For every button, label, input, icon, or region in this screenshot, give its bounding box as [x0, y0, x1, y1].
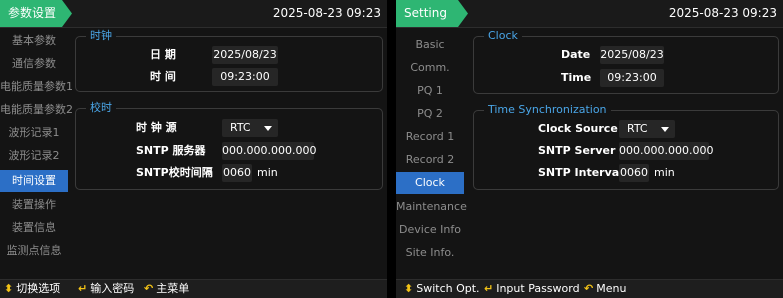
sidebar-item-record1[interactable]: Record 1: [396, 126, 464, 148]
date-field[interactable]: 2025/08/23: [212, 46, 278, 64]
time-field[interactable]: 09:23:00: [212, 68, 278, 86]
up-down-arrows-icon: ⬍: [4, 282, 14, 295]
sntp-interval-field[interactable]: 0060: [619, 164, 649, 182]
sync-group: Time Synchronization Clock Source RTC SN…: [473, 103, 779, 190]
input-password-hint: ↵ Input Password: [484, 282, 580, 295]
sidebar-item-site-info[interactable]: 监测点信息: [0, 240, 68, 262]
sidebar-item-device-info[interactable]: 装置信息: [0, 217, 68, 239]
menu-tab[interactable]: Setting: [396, 0, 468, 27]
sidebar-item-pq1[interactable]: 电能质量参数1: [0, 76, 73, 98]
clock-source-value: RTC: [230, 121, 251, 134]
title-bar: Setting 2025-08-23 09:23: [396, 0, 783, 28]
sntp-interval-field[interactable]: 0060: [222, 164, 252, 182]
date-field[interactable]: 2025/08/23: [600, 46, 664, 64]
sidebar-item-maintenance[interactable]: 装置操作: [0, 194, 68, 216]
clock-group-title: Clock: [484, 29, 522, 43]
sntp-server-field[interactable]: 000.000.000.000: [619, 142, 713, 160]
main-menu-hint: ↶ 主菜单: [144, 282, 190, 295]
clock-source-label: 时 钟 源: [136, 121, 177, 134]
chevron-down-icon: [661, 127, 669, 132]
sntp-server-field[interactable]: 000.000.000.000: [222, 142, 316, 160]
clock-source-label: Clock Source: [538, 122, 618, 135]
sidebar-item-site-info[interactable]: Site Info.: [396, 242, 464, 264]
sidebar-item-clock[interactable]: Clock: [396, 172, 464, 194]
sntp-interval-unit: min: [257, 166, 278, 179]
date-label: 日 期: [150, 48, 176, 61]
datetime-display: 2025-08-23 09:23: [668, 6, 777, 20]
sidebar-item-clock[interactable]: 时间设置: [0, 170, 68, 192]
menu-tab[interactable]: 参数设置: [0, 0, 72, 27]
sntp-interval-label: SNTP Interval: [538, 166, 623, 179]
footer-hints: ⬍ 切换选项 ↵ 输入密码 ↶ 主菜单: [0, 279, 387, 298]
time-label: Time: [561, 71, 592, 84]
enter-return-icon: ↵: [484, 282, 494, 295]
sidebar-item-record2[interactable]: Record 2: [396, 149, 464, 171]
date-label: Date: [561, 48, 591, 61]
time-label: 时 间: [150, 70, 176, 83]
clock-group: 时钟 日 期 2025/08/23 时 间 09:23:00: [75, 29, 383, 92]
clock-source-select[interactable]: RTC: [619, 120, 675, 138]
clock-source-select[interactable]: RTC: [222, 119, 278, 137]
screen-english: Setting 2025-08-23 09:23 Basic Comm. PQ …: [396, 0, 783, 298]
sidebar-item-pq2[interactable]: PQ 2: [396, 103, 464, 125]
divider: [388, 0, 395, 298]
sync-group-title: 校时: [86, 101, 116, 115]
sidebar-item-record2[interactable]: 波形记录2: [0, 145, 68, 167]
sidebar-item-basic[interactable]: 基本参数: [0, 30, 68, 52]
back-arrow-icon: ↶: [584, 282, 594, 295]
sidebar-item-basic[interactable]: Basic: [396, 34, 464, 56]
sidebar-item-pq2[interactable]: 电能质量参数2: [0, 99, 73, 121]
up-down-arrows-icon: ⬍: [404, 282, 414, 295]
chevron-down-icon: [264, 126, 272, 131]
input-password-hint: ↵ 输入密码: [78, 282, 135, 295]
switch-option-hint: ⬍ 切换选项: [4, 282, 61, 295]
sidebar-item-comm[interactable]: 通信参数: [0, 53, 68, 75]
clock-source-value: RTC: [627, 122, 648, 135]
footer-hints: ⬍ Switch Opt. ↵ Input Password ↶ Menu: [396, 279, 783, 298]
time-field[interactable]: 09:23:00: [600, 69, 664, 87]
sntp-interval-label: SNTP校时间隔: [136, 166, 213, 179]
sync-group-title: Time Synchronization: [484, 103, 611, 117]
switch-option-hint: ⬍ Switch Opt.: [404, 282, 480, 295]
sntp-server-label: SNTP Server IP: [538, 144, 632, 157]
sidebar-item-maintenance[interactable]: Maintenance: [396, 196, 467, 218]
sidebar-item-device-info[interactable]: Device Info: [396, 219, 464, 241]
sidebar-item-record1[interactable]: 波形记录1: [0, 122, 68, 144]
sidebar-item-pq1[interactable]: PQ 1: [396, 80, 464, 102]
clock-group-title: 时钟: [86, 29, 116, 43]
sidebar-item-comm[interactable]: Comm.: [396, 57, 464, 79]
sntp-interval-unit: min: [654, 166, 675, 179]
main-menu-hint: ↶ Menu: [584, 282, 627, 295]
enter-return-icon: ↵: [78, 282, 88, 295]
back-arrow-icon: ↶: [144, 282, 154, 295]
title-bar: 参数设置 2025-08-23 09:23: [0, 0, 387, 28]
screen-chinese: 参数设置 2025-08-23 09:23 基本参数 通信参数 电能质量参数1 …: [0, 0, 387, 298]
sntp-server-label: SNTP 服务器: [136, 144, 206, 157]
datetime-display: 2025-08-23 09:23: [272, 6, 381, 20]
clock-group: Clock Date 2025/08/23 Time 09:23:00: [473, 29, 779, 94]
sync-group: 校时 时 钟 源 RTC SNTP 服务器 000.000.000.000 SN…: [75, 101, 383, 190]
